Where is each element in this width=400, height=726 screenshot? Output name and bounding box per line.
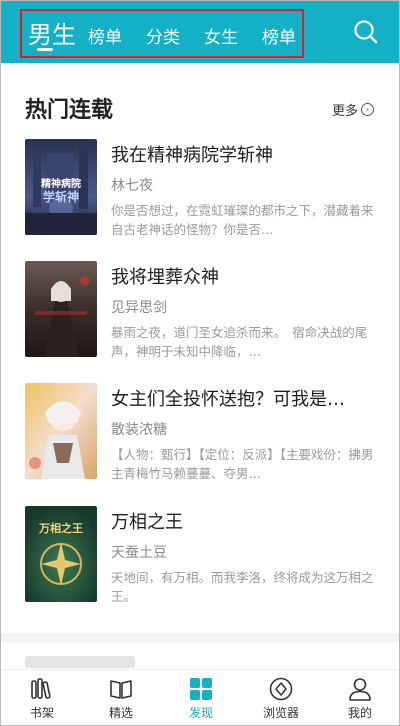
book-title: 女主们全投怀送抱？可我是… [111,389,345,410]
book-author: 见异思剑 [111,300,167,316]
nav-discover[interactable]: 发现 [171,676,231,724]
svg-text:学斩神: 学斩神 [43,189,79,204]
open-book-icon [110,680,132,699]
bookshelf-icon [31,678,51,699]
book-cover[interactable] [25,261,97,357]
book-cover[interactable]: 万相之王 [25,506,97,602]
user-icon [349,678,371,701]
active-tab-indicator [37,48,53,51]
next-section-peek [25,656,135,668]
nav-browser[interactable]: 浏览器 [251,676,311,724]
nav-bookshelf[interactable]: 书架 [12,676,72,724]
nav-label: 我的 [347,706,372,720]
book-cover[interactable]: 精神病院 学斩神 [25,139,97,235]
section-divider [1,633,399,643]
book-cover[interactable] [25,383,97,479]
svg-text:精神病院: 精神病院 [41,177,81,190]
book-title: 万相之王 [111,512,183,533]
app-frame: 男生 榜单 分类 女生 榜单 热门连载 更多 › 精神病院 学斩神 我在精神病院… [0,0,400,726]
tab-category[interactable]: 分类 [146,23,180,48]
nav-label: 书架 [29,706,54,720]
book-title: 我在精神病院学斩神 [111,145,273,166]
book-description: 天地间，有万相。而我李洛，终将成为这万相之王。 [111,570,374,604]
tab-female[interactable]: 女生 [204,23,238,48]
book-title: 我将埋葬众神 [111,267,219,288]
book-item[interactable]: 女主们全投怀送抱？可我是… 散装浓糖 【人物：甄行】【定位：反派】【主要戏份：拂… [25,383,381,483]
tab-female-rank[interactable]: 榜单 [262,23,296,48]
book-description: 你是否想过，在霓虹璀璨的都市之下，潜藏着来自古老神话的怪物？你是否… [111,203,374,237]
search-icon [354,20,378,44]
nav-label: 精选 [108,706,133,720]
book-item[interactable]: 精神病院 学斩神 我在精神病院学斩神 林七夜 你是否想过，在霓虹璀璨的都市之下，… [25,139,381,239]
nav-label: 发现 [188,706,213,720]
category-tabs: 男生 榜单 分类 女生 榜单 [20,9,304,58]
nav-featured[interactable]: 精选 [91,676,151,724]
grid-icon [190,678,212,700]
book-author: 散装浓糖 [111,422,167,438]
more-link[interactable]: 更多 › [332,100,375,119]
tab-male-rank[interactable]: 榜单 [88,23,122,48]
search-button[interactable] [351,17,381,47]
book-description: 【人物：甄行】【定位：反派】【主要戏份：拂男主青梅竹马赖蔓蔓、夺男… [111,447,374,481]
nav-profile[interactable]: 我的 [330,676,390,724]
book-author: 林七夜 [111,178,153,194]
book-author: 天蚕土豆 [111,545,167,561]
tab-male[interactable]: 男生 [28,15,76,50]
book-description: 暴雨之夜，道门圣女追杀而来。 宿命决战的尾声，神明于未知中降临，… [111,325,368,359]
chevron-right-icon: › [361,103,375,116]
svg-text:万相之王: 万相之王 [38,521,83,535]
top-header: 男生 榜单 分类 女生 榜单 [1,1,399,63]
book-item[interactable]: 万相之王 万相之王 天蚕土豆 天地间，有万相。而我李洛，终将成为这万相之王。 [25,506,381,606]
section-title: 热门连载 [25,98,114,123]
bottom-navigation: 书架 精选 发现 浏览器 我的 [1,669,399,725]
nav-label: 浏览器 [262,706,299,720]
compass-icon [269,677,293,701]
book-item[interactable]: 我将埋葬众神 见异思剑 暴雨之夜，道门圣女追杀而来。 宿命决战的尾声，神明于未知… [25,261,381,361]
more-label: 更多 [332,104,359,119]
